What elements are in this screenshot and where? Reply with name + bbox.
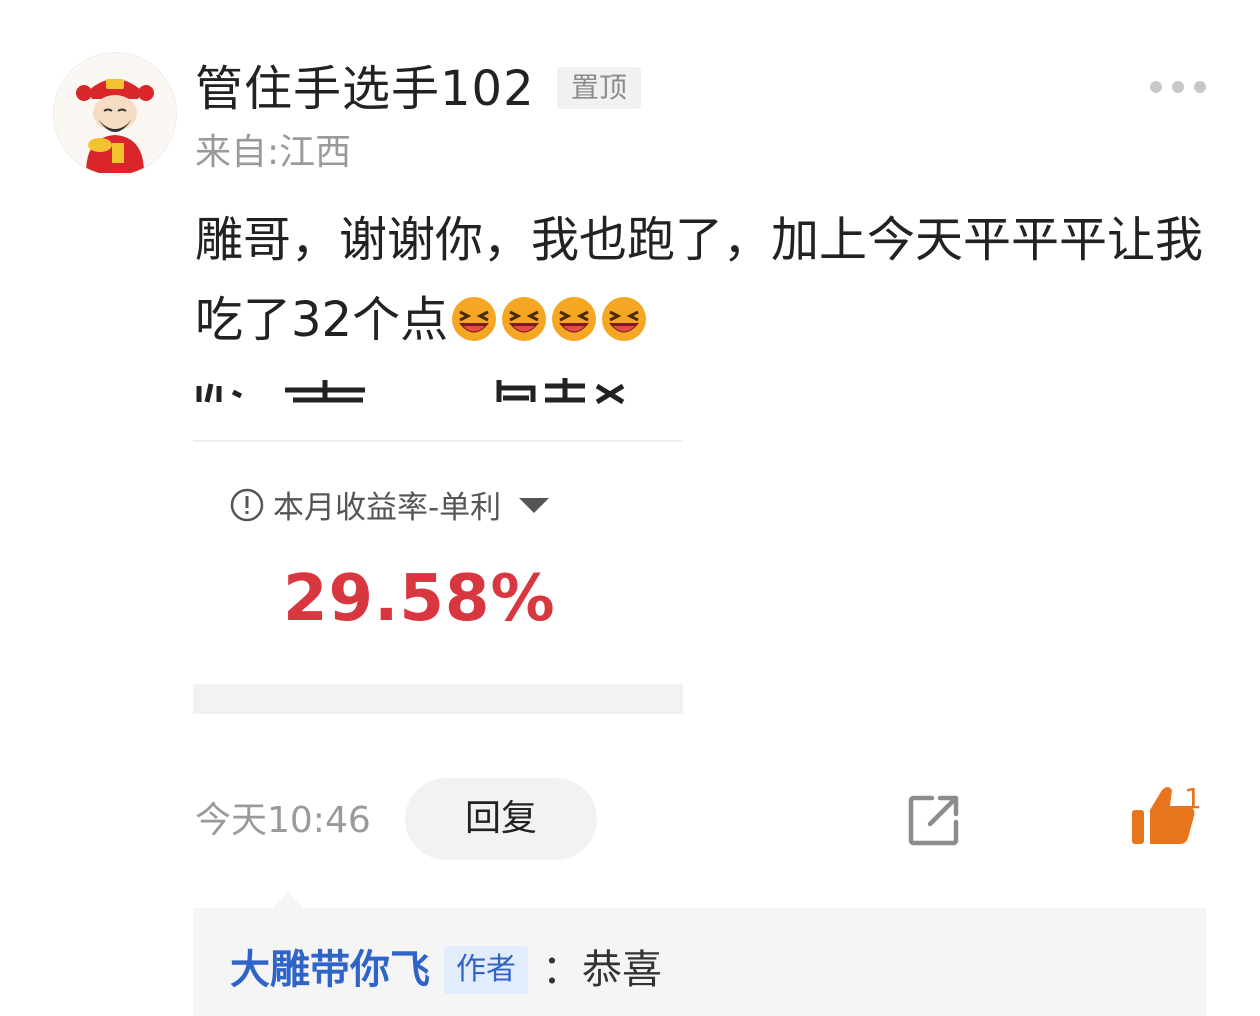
- dropdown-triangle-icon: [519, 497, 550, 513]
- reply-separator: ：: [542, 947, 582, 993]
- pinned-badge: 置顶: [557, 67, 641, 109]
- avatar-image: [54, 53, 176, 175]
- more-dot-icon: [1172, 81, 1184, 93]
- like-count: 1: [1184, 782, 1202, 815]
- reply-text: 恭喜: [582, 947, 662, 993]
- post-body: 雕哥，谢谢你，我也跑了，加上今天平平平让我吃了32个点: [195, 200, 1205, 360]
- divider: [193, 440, 683, 442]
- laughing-emoji-icon: [602, 297, 647, 341]
- username[interactable]: 管住手选手102: [195, 58, 535, 120]
- reply-item[interactable]: 大雕带你飞 作者 ： 恭喜: [230, 942, 662, 998]
- post-text: 雕哥，谢谢你，我也跑了，加上今天平平平让我吃了32个点: [195, 212, 1204, 348]
- share-icon[interactable]: [906, 792, 962, 848]
- author-badge: 作者: [444, 946, 528, 994]
- post-timestamp: 今天10:46: [195, 800, 371, 841]
- more-options-button[interactable]: [1150, 78, 1206, 96]
- cropped-glyphs: [196, 378, 625, 404]
- more-dot-icon: [1194, 81, 1206, 93]
- avatar[interactable]: [53, 52, 177, 176]
- emoji-group: [448, 292, 648, 348]
- reply-author[interactable]: 大雕带你飞: [230, 942, 430, 998]
- reply-button[interactable]: 回复: [405, 778, 597, 860]
- post-image[interactable]: 本月收益率-单利 29.58%: [193, 372, 683, 714]
- laughing-emoji-icon: [502, 297, 547, 341]
- metric-label: 本月收益率-单利: [273, 490, 502, 526]
- cropped-text-fragment: [193, 372, 683, 404]
- comment-card: 管住手选手102 置顶 来自:江西 雕哥，谢谢你，我也跑了，加上今天平平平让我吃…: [0, 0, 1260, 1016]
- laughing-emoji-icon: [552, 297, 597, 341]
- metric-selector: 本月收益率-单利: [229, 482, 551, 527]
- image-bottom-band: [193, 684, 683, 714]
- more-dot-icon: [1150, 81, 1162, 93]
- location-label: 来自:江西: [195, 132, 352, 173]
- metric-value: 29.58%: [283, 562, 556, 636]
- info-icon: [230, 488, 264, 521]
- laughing-emoji-icon: [452, 297, 497, 341]
